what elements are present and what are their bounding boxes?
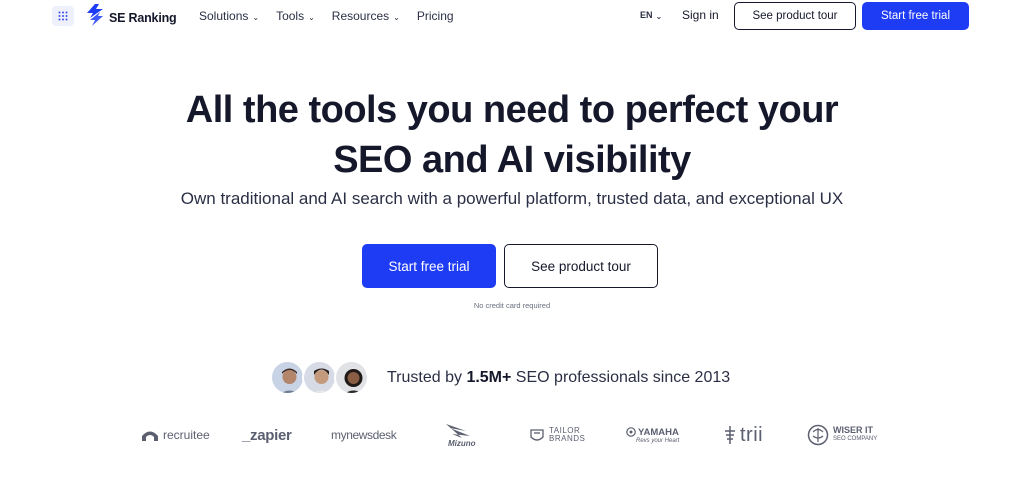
yamaha-tagline: Revs your Heart bbox=[636, 437, 680, 444]
trii-tree-icon bbox=[725, 426, 735, 444]
chevron-down-icon: ⌄ bbox=[252, 12, 260, 22]
menu-item-label: Pricing bbox=[416, 9, 454, 23]
no-credit-card-note: No credit card required bbox=[473, 301, 551, 310]
tailor-brands-logo: TAILOR BRANDS bbox=[529, 420, 585, 450]
recruitee-text: recruitee bbox=[163, 428, 210, 442]
se-ranking-logo-icon bbox=[86, 4, 104, 31]
sign-in-link[interactable]: Sign in bbox=[682, 8, 719, 22]
nav-product-tour-button[interactable]: See product tour bbox=[734, 2, 856, 30]
language-label: EN bbox=[640, 10, 653, 20]
wiser-it-brain-icon bbox=[807, 424, 829, 446]
menu-item-label: Tools bbox=[276, 9, 305, 23]
trust-prefix: Trusted by bbox=[387, 369, 467, 386]
hero-title-line-1: All the tools you need to perfect your bbox=[185, 89, 839, 131]
mizuno-runbird-icon: Mizuno bbox=[446, 424, 476, 448]
avatar bbox=[302, 360, 337, 395]
tailor-brands-mark-icon bbox=[530, 429, 544, 441]
recruitee-mark-icon bbox=[142, 431, 158, 441]
trust-highlight: 1.5M+ bbox=[466, 369, 512, 386]
trii-logo: trii bbox=[724, 420, 763, 450]
recruitee-logo: recruitee bbox=[141, 420, 210, 450]
yamaha-tuning-fork-icon bbox=[626, 427, 636, 437]
tailor-line-2: BRANDS bbox=[549, 434, 586, 443]
top-nav: SE Ranking Solutions ⌄ Tools ⌄ Resources… bbox=[0, 0, 1024, 32]
menu-item-solutions[interactable]: Solutions ⌄ bbox=[199, 9, 259, 23]
wiser-it-logo: WISER IT SEO COMPANY bbox=[807, 420, 877, 450]
user-avatars bbox=[270, 360, 370, 396]
chevron-down-icon: ⌄ bbox=[393, 12, 400, 22]
chevron-down-icon: ⌄ bbox=[655, 11, 663, 21]
chevron-down-icon: ⌄ bbox=[308, 12, 315, 22]
mynewsdesk-logo: mynewsdesk bbox=[331, 420, 397, 450]
see-product-tour-button[interactable]: See product tour bbox=[504, 244, 658, 288]
nav-free-trial-button[interactable]: Start free trial bbox=[862, 2, 969, 30]
menu-item-pricing[interactable]: Pricing bbox=[417, 9, 454, 23]
apps-grid-icon[interactable] bbox=[52, 6, 74, 26]
trust-statement: Trusted by 1.5M+ SEO professionals since… bbox=[387, 369, 730, 387]
zapier-logo: _zapier bbox=[242, 420, 292, 450]
start-free-trial-button[interactable]: Start free trial bbox=[362, 244, 496, 288]
zapier-text: _zapier bbox=[242, 426, 292, 444]
menu-item-resources[interactable]: Resources ⌄ bbox=[332, 9, 400, 23]
client-logos: recruitee _zapier mynewsdesk Mizuno TAIL… bbox=[0, 420, 1024, 450]
trii-text: trii bbox=[740, 423, 764, 446]
trust-suffix: SEO professionals since 2013 bbox=[511, 369, 731, 386]
hero-title: All the tools you need to perfect your S… bbox=[0, 85, 1024, 185]
main-menu: Solutions ⌄ Tools ⌄ Resources ⌄ Pricing bbox=[199, 9, 454, 23]
logo-text: SE Ranking bbox=[109, 10, 177, 25]
svg-text:Mizuno: Mizuno bbox=[448, 439, 476, 448]
yamaha-logo: YAMAHA Revs your Heart bbox=[626, 420, 679, 450]
avatar bbox=[334, 360, 369, 395]
wiser-line-1: WISER IT bbox=[833, 425, 873, 435]
yamaha-text: YAMAHA bbox=[638, 426, 679, 438]
mynewsdesk-text: mynewsdesk bbox=[331, 428, 397, 442]
logo[interactable]: SE Ranking bbox=[86, 4, 177, 31]
hero-subtitle: Own traditional and AI search with a pow… bbox=[180, 189, 844, 208]
avatar bbox=[270, 360, 305, 395]
menu-item-label: Resources bbox=[331, 9, 390, 23]
hero-title-line-2: SEO and AI visibility bbox=[333, 139, 691, 181]
wiser-line-2: SEO COMPANY bbox=[833, 436, 878, 442]
menu-item-tools[interactable]: Tools ⌄ bbox=[276, 9, 315, 23]
language-selector[interactable]: EN ⌄ bbox=[640, 10, 663, 21]
menu-item-label: Solutions bbox=[199, 9, 249, 23]
mizuno-logo: Mizuno bbox=[442, 420, 482, 450]
